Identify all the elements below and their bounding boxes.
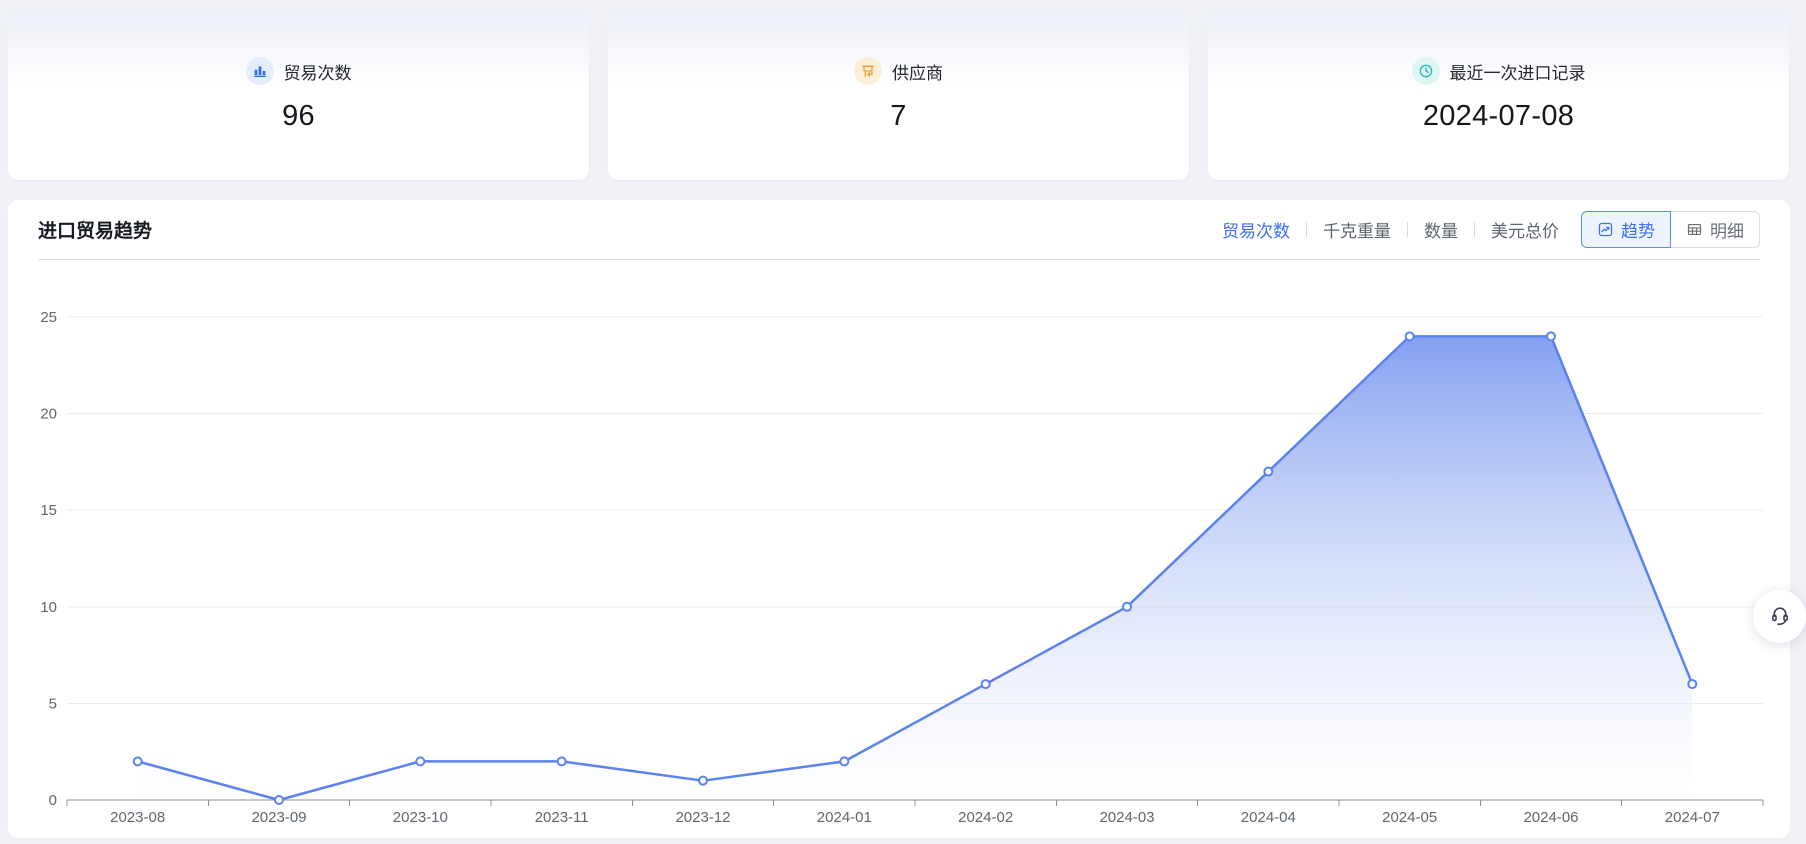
stat-card-label: 最近一次进口记录 (1450, 59, 1586, 84)
stat-card-value: 7 (890, 100, 906, 133)
import-trend-panel: 进口贸易趋势 贸易次数 千克重量 数量 美元总价 (8, 200, 1790, 838)
svg-text:0: 0 (49, 792, 57, 809)
svg-text:2024-07: 2024-07 (1665, 809, 1720, 826)
metric-tab-quantity[interactable]: 数量 (1424, 217, 1458, 242)
svg-text:2023-12: 2023-12 (675, 809, 730, 826)
metric-tab-trade-count[interactable]: 贸易次数 (1222, 217, 1290, 242)
svg-text:2023-10: 2023-10 (393, 809, 448, 826)
detail-view-button[interactable]: 明细 (1670, 211, 1760, 248)
stat-card-latest-import: 最近一次进口记录 2024-07-08 (1208, 10, 1789, 180)
panel-header: 进口贸易趋势 贸易次数 千克重量 数量 美元总价 (8, 200, 1790, 259)
panel-title: 进口贸易趋势 (38, 216, 152, 243)
stat-card-value: 2024-07-08 (1423, 100, 1574, 133)
metric-tabs: 贸易次数 千克重量 数量 美元总价 (1222, 217, 1559, 242)
chart-area: 0 5 10 15 20 25 2023-08 2023-09 2023-10 2023-11 20… (8, 260, 1790, 835)
headset-icon (1767, 601, 1793, 632)
stat-card-label: 供应商 (892, 59, 943, 84)
customer-service-button[interactable] (1753, 590, 1806, 643)
svg-text:2024-04: 2024-04 (1241, 809, 1296, 826)
svg-text:2023-11: 2023-11 (535, 809, 589, 826)
svg-text:2023-08: 2023-08 (110, 809, 165, 826)
svg-text:10: 10 (40, 599, 57, 616)
svg-text:15: 15 (40, 502, 57, 519)
svg-text:2023-09: 2023-09 (251, 809, 306, 826)
bar-chart-icon (246, 57, 274, 85)
svg-text:5: 5 (49, 695, 57, 712)
svg-text:25: 25 (40, 309, 57, 326)
trend-view-button[interactable]: 趋势 (1581, 211, 1671, 248)
stat-card-header: 最近一次进口记录 (1412, 57, 1586, 85)
trend-chart[interactable]: 0 5 10 15 20 25 2023-08 2023-09 2023-10 2023-11 20… (8, 260, 1790, 835)
svg-text:20: 20 (40, 406, 57, 423)
svg-text:2024-02: 2024-02 (958, 809, 1013, 826)
supplier-icon (854, 57, 882, 85)
table-icon (1686, 221, 1703, 238)
stat-card-label: 贸易次数 (284, 59, 352, 84)
svg-text:2024-05: 2024-05 (1382, 809, 1437, 826)
detail-view-label: 明细 (1710, 217, 1744, 242)
stat-card-trade-count: 贸易次数 96 (8, 10, 589, 180)
view-toggle: 趋势 明细 (1581, 211, 1760, 248)
stat-card-value: 96 (282, 100, 315, 133)
tab-separator (1407, 222, 1408, 237)
svg-text:2024-03: 2024-03 (1099, 809, 1154, 826)
trend-view-label: 趋势 (1621, 217, 1655, 242)
stat-card-header: 贸易次数 (246, 57, 352, 85)
tab-separator (1474, 222, 1475, 237)
panel-controls: 贸易次数 千克重量 数量 美元总价 趋势 (1222, 211, 1760, 248)
svg-text:2024-01: 2024-01 (817, 809, 872, 826)
clock-icon (1412, 57, 1440, 85)
stat-cards-row: 贸易次数 96 供应商 7 (0, 0, 1806, 180)
tab-separator (1306, 222, 1307, 237)
stat-card-suppliers: 供应商 7 (608, 10, 1189, 180)
svg-text:2024-06: 2024-06 (1523, 809, 1578, 826)
metric-tab-kg-weight[interactable]: 千克重量 (1323, 217, 1391, 242)
metric-tab-usd-total[interactable]: 美元总价 (1491, 217, 1559, 242)
stat-card-header: 供应商 (854, 57, 943, 85)
trend-icon (1597, 221, 1614, 238)
